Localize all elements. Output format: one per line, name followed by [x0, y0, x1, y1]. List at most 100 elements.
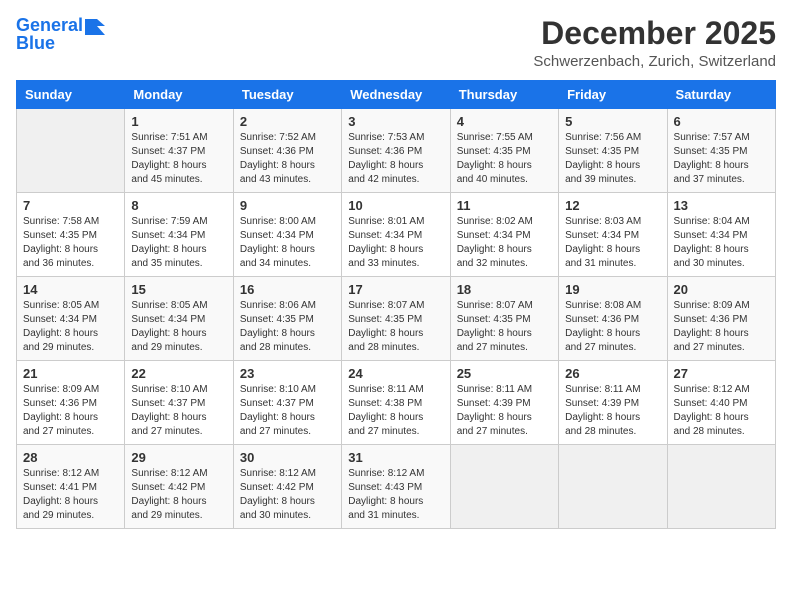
- day-info: Sunrise: 8:09 AMSunset: 4:36 PMDaylight:…: [674, 299, 769, 355]
- calendar-cell: 12 Sunrise: 8:03 AMSunset: 4:34 PMDayligh…: [559, 193, 667, 277]
- day-info: Sunrise: 7:58 AMSunset: 4:35 PMDaylight:…: [23, 215, 118, 271]
- logo: General Blue: [16, 16, 105, 54]
- day-number: 4: [457, 114, 552, 129]
- day-info: Sunrise: 8:12 AMSunset: 4:43 PMDaylight:…: [348, 467, 443, 523]
- day-number: 20: [674, 282, 769, 297]
- day-number: 30: [240, 450, 335, 465]
- calendar-cell: 21 Sunrise: 8:09 AMSunset: 4:36 PMDayligh…: [17, 361, 125, 445]
- day-info: Sunrise: 8:12 AMSunset: 4:41 PMDaylight:…: [23, 467, 118, 523]
- day-number: 26: [565, 366, 660, 381]
- week-row-4: 21 Sunrise: 8:09 AMSunset: 4:36 PMDayligh…: [17, 361, 776, 445]
- calendar-cell: [667, 445, 775, 529]
- day-number: 28: [23, 450, 118, 465]
- day-number: 3: [348, 114, 443, 129]
- day-info: Sunrise: 8:04 AMSunset: 4:34 PMDaylight:…: [674, 215, 769, 271]
- day-number: 13: [674, 198, 769, 213]
- day-number: 14: [23, 282, 118, 297]
- day-number: 29: [131, 450, 226, 465]
- day-info: Sunrise: 8:09 AMSunset: 4:36 PMDaylight:…: [23, 383, 118, 439]
- header-monday: Monday: [125, 81, 233, 109]
- day-number: 27: [674, 366, 769, 381]
- day-number: 22: [131, 366, 226, 381]
- calendar-table: SundayMondayTuesdayWednesdayThursdayFrid…: [16, 80, 776, 529]
- calendar-cell: 8 Sunrise: 7:59 AMSunset: 4:34 PMDaylight…: [125, 193, 233, 277]
- calendar-cell: 30 Sunrise: 8:12 AMSunset: 4:42 PMDayligh…: [233, 445, 341, 529]
- calendar-cell: 16Sunrise: 8:06 AMSunset: 4:35 PMDayligh…: [233, 277, 341, 361]
- month-title: December 2025: [533, 16, 776, 51]
- day-number: 6: [674, 114, 769, 129]
- header-sunday: Sunday: [17, 81, 125, 109]
- day-number: 16: [240, 282, 335, 297]
- calendar-cell: 22 Sunrise: 8:10 AMSunset: 4:37 PMDayligh…: [125, 361, 233, 445]
- day-info: Sunrise: 7:59 AMSunset: 4:34 PMDaylight:…: [131, 215, 226, 271]
- day-info: Sunrise: 8:10 AMSunset: 4:37 PMDaylight:…: [240, 383, 335, 439]
- day-info: Sunrise: 7:53 AMSunset: 4:36 PMDaylight:…: [348, 131, 443, 187]
- day-number: 18: [457, 282, 552, 297]
- day-number: 19: [565, 282, 660, 297]
- day-number: 8: [131, 198, 226, 213]
- day-number: 11: [457, 198, 552, 213]
- day-info: Sunrise: 7:57 AMSunset: 4:35 PMDaylight:…: [674, 131, 769, 187]
- day-info: Sunrise: 8:10 AMSunset: 4:37 PMDaylight:…: [131, 383, 226, 439]
- day-info: Sunrise: 8:02 AMSunset: 4:34 PMDaylight:…: [457, 215, 552, 271]
- day-info: Sunrise: 7:52 AMSunset: 4:36 PMDaylight:…: [240, 131, 335, 187]
- location: Schwerzenbach, Zurich, Switzerland: [533, 53, 776, 70]
- day-number: 15: [131, 282, 226, 297]
- header-tuesday: Tuesday: [233, 81, 341, 109]
- day-number: 24: [348, 366, 443, 381]
- day-info: Sunrise: 7:55 AMSunset: 4:35 PMDaylight:…: [457, 131, 552, 187]
- calendar-cell: [17, 109, 125, 193]
- calendar-cell: 24 Sunrise: 8:11 AMSunset: 4:38 PMDayligh…: [342, 361, 450, 445]
- calendar-cell: 9Sunrise: 8:00 AMSunset: 4:34 PMDaylight…: [233, 193, 341, 277]
- day-info: Sunrise: 8:11 AMSunset: 4:38 PMDaylight:…: [348, 383, 443, 439]
- day-info: Sunrise: 8:03 AMSunset: 4:34 PMDaylight:…: [565, 215, 660, 271]
- header-friday: Friday: [559, 81, 667, 109]
- calendar-cell: 17 Sunrise: 8:07 AMSunset: 4:35 PMDayligh…: [342, 277, 450, 361]
- day-number: 31: [348, 450, 443, 465]
- day-info: Sunrise: 8:05 AMSunset: 4:34 PMDaylight:…: [131, 299, 226, 355]
- calendar-cell: 11 Sunrise: 8:02 AMSunset: 4:34 PMDayligh…: [450, 193, 558, 277]
- day-number: 2: [240, 114, 335, 129]
- calendar-cell: [450, 445, 558, 529]
- calendar-cell: 14 Sunrise: 8:05 AMSunset: 4:34 PMDayligh…: [17, 277, 125, 361]
- day-info: Sunrise: 8:11 AMSunset: 4:39 PMDaylight:…: [565, 383, 660, 439]
- header-saturday: Saturday: [667, 81, 775, 109]
- header-thursday: Thursday: [450, 81, 558, 109]
- day-number: 12: [565, 198, 660, 213]
- calendar-cell: 6 Sunrise: 7:57 AMSunset: 4:35 PMDaylight…: [667, 109, 775, 193]
- day-info: Sunrise: 8:01 AMSunset: 4:34 PMDaylight:…: [348, 215, 443, 271]
- day-number: 7: [23, 198, 118, 213]
- day-number: 10: [348, 198, 443, 213]
- calendar-cell: 29Sunrise: 8:12 AMSunset: 4:42 PMDayligh…: [125, 445, 233, 529]
- day-info: Sunrise: 8:07 AMSunset: 4:35 PMDaylight:…: [348, 299, 443, 355]
- calendar-cell: 3 Sunrise: 7:53 AMSunset: 4:36 PMDaylight…: [342, 109, 450, 193]
- calendar-cell: 31 Sunrise: 8:12 AMSunset: 4:43 PMDayligh…: [342, 445, 450, 529]
- day-number: 21: [23, 366, 118, 381]
- day-number: 25: [457, 366, 552, 381]
- calendar-cell: 23 Sunrise: 8:10 AMSunset: 4:37 PMDayligh…: [233, 361, 341, 445]
- title-area: December 2025 Schwerzenbach, Zurich, Swi…: [533, 16, 776, 70]
- calendar-cell: 19 Sunrise: 8:08 AMSunset: 4:36 PMDayligh…: [559, 277, 667, 361]
- calendar-header-row: SundayMondayTuesdayWednesdayThursdayFrid…: [17, 81, 776, 109]
- page-header: General Blue December 2025 Schwerzenbach…: [16, 16, 776, 70]
- day-number: 5: [565, 114, 660, 129]
- day-info: Sunrise: 8:08 AMSunset: 4:36 PMDaylight:…: [565, 299, 660, 355]
- week-row-5: 28 Sunrise: 8:12 AMSunset: 4:41 PMDayligh…: [17, 445, 776, 529]
- day-info: Sunrise: 7:51 AMSunset: 4:37 PMDaylight:…: [131, 131, 226, 187]
- day-info: Sunrise: 8:05 AMSunset: 4:34 PMDaylight:…: [23, 299, 118, 355]
- day-number: 9: [240, 198, 335, 213]
- calendar-cell: 25 Sunrise: 8:11 AMSunset: 4:39 PMDayligh…: [450, 361, 558, 445]
- calendar-cell: 26 Sunrise: 8:11 AMSunset: 4:39 PMDayligh…: [559, 361, 667, 445]
- day-info: Sunrise: 8:11 AMSunset: 4:39 PMDaylight:…: [457, 383, 552, 439]
- day-info: Sunrise: 8:07 AMSunset: 4:35 PMDaylight:…: [457, 299, 552, 355]
- week-row-1: 1Sunrise: 7:51 AMSunset: 4:37 PMDaylight…: [17, 109, 776, 193]
- calendar-cell: [559, 445, 667, 529]
- day-info: Sunrise: 8:12 AMSunset: 4:40 PMDaylight:…: [674, 383, 769, 439]
- day-number: 23: [240, 366, 335, 381]
- calendar-cell: 18 Sunrise: 8:07 AMSunset: 4:35 PMDayligh…: [450, 277, 558, 361]
- calendar-cell: 20 Sunrise: 8:09 AMSunset: 4:36 PMDayligh…: [667, 277, 775, 361]
- calendar-cell: 28 Sunrise: 8:12 AMSunset: 4:41 PMDayligh…: [17, 445, 125, 529]
- week-row-3: 14 Sunrise: 8:05 AMSunset: 4:34 PMDayligh…: [17, 277, 776, 361]
- day-info: Sunrise: 8:12 AMSunset: 4:42 PMDaylight:…: [240, 467, 335, 523]
- day-number: 17: [348, 282, 443, 297]
